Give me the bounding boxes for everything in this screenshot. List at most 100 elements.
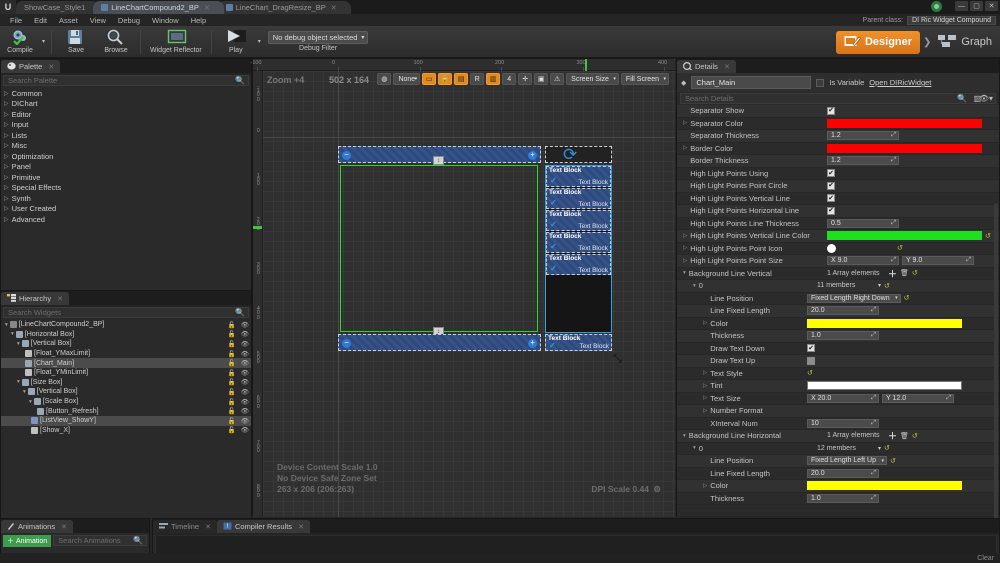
palette-category-panel[interactable]: ▷ Panel <box>1 162 251 173</box>
list-item[interactable]: Text Block ✓ Text Block <box>546 232 611 253</box>
designer-viewport[interactable]: -1000100200300400500600700 - 1 0 001 0 0… <box>251 58 912 517</box>
palette-category-misc[interactable]: ▷ Misc <box>1 141 251 152</box>
gear-icon[interactable]: ⚙ <box>653 484 661 494</box>
menu-window[interactable]: Window <box>146 16 185 25</box>
warning-icon-button[interactable]: ⚠ <box>550 73 565 85</box>
eye-icon[interactable]: 👁 <box>241 398 249 406</box>
hierarchy-node[interactable]: ▾ [Size Box] 🔓 👁 <box>1 378 251 388</box>
eye-icon[interactable]: 👁 <box>241 369 249 377</box>
expand-triangle-icon[interactable]: ▾ <box>683 270 686 276</box>
close-icon[interactable]: ✕ <box>57 295 63 303</box>
palette-category-advanced[interactable]: ▷ Advanced <box>1 214 251 225</box>
expand-triangle-icon[interactable]: ▷ <box>4 132 9 139</box>
menu-help[interactable]: Help <box>185 16 212 25</box>
widget-listview-showy[interactable]: Text Block ✓ Text Block Text Block ✓ Text Blo… <box>545 165 612 333</box>
menu-edit[interactable]: Edit <box>28 16 53 25</box>
expand-triangle-icon[interactable]: ▾ <box>693 283 696 289</box>
hierarchy-node[interactable]: [Float_YMinLimit] 🔓 👁 <box>1 368 251 378</box>
palette-category-user-created[interactable]: ▷ User Created <box>1 204 251 215</box>
compile-button[interactable]: Compile <box>0 26 40 58</box>
list-item[interactable]: Text Block ✓ Text Block <box>546 166 611 187</box>
hierarchy-node[interactable]: [Chart_Main] 🔓 👁 <box>1 358 251 368</box>
hierarchy-node[interactable]: [Float_YMaxLimit] 🔓 👁 <box>1 349 251 359</box>
close-icon[interactable]: ✕ <box>61 523 67 531</box>
add-animation-button[interactable]: ＋ Animation <box>3 535 52 547</box>
number-input[interactable]: 1.2 <box>827 156 899 166</box>
expand-triangle-icon[interactable]: ▷ <box>683 245 687 251</box>
close-icon[interactable]: ✕ <box>204 4 210 12</box>
tab-details[interactable]: Details ✕ <box>677 60 736 73</box>
tab-compiler-results[interactable]: ! Compiler Results ✕ <box>216 520 310 533</box>
minimize-button[interactable]: — <box>955 1 968 11</box>
chevron-down-icon[interactable]: ▾ <box>878 282 881 289</box>
details-scrollbar[interactable] <box>994 203 998 523</box>
eye-icon[interactable]: 👁 <box>241 359 249 367</box>
expand-triangle-icon[interactable]: ▷ <box>4 121 9 128</box>
parent-class-value[interactable]: DI Ric Widget Compound <box>907 15 996 25</box>
move-icon-button[interactable]: ✛ <box>518 73 533 85</box>
hierarchy-node[interactable]: [ListView_ShowY] 🔓 👁 <box>1 415 251 426</box>
x-input[interactable]: X 9.0 <box>827 256 899 266</box>
hierarchy-node[interactable]: ▾ [Vertical Box] 🔓 👁 <box>1 339 251 349</box>
maximize-button[interactable]: ▢ <box>970 1 983 11</box>
reset-icon[interactable]: ↺ <box>884 282 890 290</box>
expand-triangle-icon[interactable]: ▷ <box>703 320 707 326</box>
property-dropdown[interactable]: Fixed Length Left Up <box>807 456 887 466</box>
lock-icon[interactable]: 🔓 <box>228 359 236 367</box>
number-input[interactable]: 20.0 <box>807 468 879 478</box>
hierarchy-search[interactable]: Search Widgets 🔍 <box>3 307 249 318</box>
property-checkbox[interactable]: ✔ <box>827 206 835 215</box>
expand-triangle-icon[interactable]: ▾ <box>11 331 14 337</box>
toggle-fill-button[interactable]: ▭ <box>422 73 437 85</box>
eye-icon[interactable]: 👁 <box>241 330 249 338</box>
palette-category-editor[interactable]: ▷ Editor <box>1 109 251 120</box>
clear-button[interactable]: Clear <box>977 555 994 562</box>
lock-icon[interactable]: 🔓 <box>228 369 236 377</box>
increment-button[interactable]: + <box>528 150 537 160</box>
add-element-icon[interactable]: ＋ <box>888 429 897 442</box>
four-toggle-button[interactable]: 4 <box>502 73 517 85</box>
lock-icon[interactable]: 🔓 <box>228 330 236 338</box>
resize-handle-top[interactable]: ↕ <box>433 156 444 165</box>
lock-icon[interactable]: 🔓 <box>228 340 236 348</box>
delete-icon[interactable]: 🗑 <box>900 269 909 277</box>
palette-category-common[interactable]: ▷ Common <box>1 88 251 99</box>
save-button[interactable]: Save <box>56 26 96 58</box>
globe-icon-button[interactable]: ◍ <box>377 73 392 85</box>
expand-triangle-icon[interactable]: ▷ <box>4 100 9 107</box>
expand-triangle-icon[interactable]: ▷ <box>4 90 9 97</box>
property-checkbox[interactable]: ✔ <box>827 106 835 115</box>
expand-triangle-icon[interactable]: ▷ <box>703 370 707 376</box>
hierarchy-node[interactable]: ▾ [Vertical Box] 🔓 👁 <box>1 387 251 397</box>
property-checkbox[interactable]: ✔ <box>827 194 835 203</box>
palette-category-primitive[interactable]: ▷ Primitive <box>1 172 251 183</box>
compile-dropdown-icon[interactable]: ▾ <box>40 38 47 45</box>
document-tab-linechart-dragresize[interactable]: LineChart_DragResize_BP ✕ <box>217 1 351 14</box>
tab-palette[interactable]: Palette ✕ <box>1 60 61 73</box>
expand-triangle-icon[interactable]: ▾ <box>17 379 20 385</box>
expand-triangle-icon[interactable]: ▷ <box>4 184 9 191</box>
increment-button[interactable]: + <box>528 338 537 348</box>
hierarchy-node[interactable]: ▾ [Horizontal Box] 🔓 👁 <box>1 330 251 340</box>
reset-icon[interactable]: ↺ <box>884 444 890 452</box>
lock-icon[interactable]: 🔓 <box>228 378 236 386</box>
expand-triangle-icon[interactable]: ▾ <box>5 322 8 328</box>
animation-search[interactable]: Search Animations 🔍 <box>53 535 147 546</box>
hierarchy-node[interactable]: [Show_X] 🔓 👁 <box>1 426 251 436</box>
expand-triangle-icon[interactable]: ▷ <box>4 205 9 212</box>
expand-triangle-icon[interactable]: ▷ <box>4 111 9 118</box>
tab-animations[interactable]: Animations ✕ <box>1 520 73 533</box>
chevron-down-icon[interactable]: ▾ <box>878 445 881 452</box>
image-icon-button[interactable]: ▣ <box>534 73 549 85</box>
tab-timeline[interactable]: Timeline ✕ <box>153 520 217 533</box>
close-icon[interactable]: ✕ <box>724 63 730 71</box>
lock-icon[interactable]: 🔓 <box>228 407 236 415</box>
reset-icon[interactable]: ↺ <box>912 269 918 277</box>
source-control-status-icon[interactable] <box>931 1 942 12</box>
list-item[interactable]: Text Block ✓ Text Block <box>546 210 611 231</box>
expand-triangle-icon[interactable]: ▷ <box>703 483 707 489</box>
widget-button-refresh[interactable]: ⟳ <box>545 145 612 164</box>
is-variable-checkbox[interactable] <box>816 78 825 87</box>
lock-icon[interactable]: 🔓 <box>228 321 236 329</box>
add-element-icon[interactable]: ＋ <box>888 267 897 280</box>
